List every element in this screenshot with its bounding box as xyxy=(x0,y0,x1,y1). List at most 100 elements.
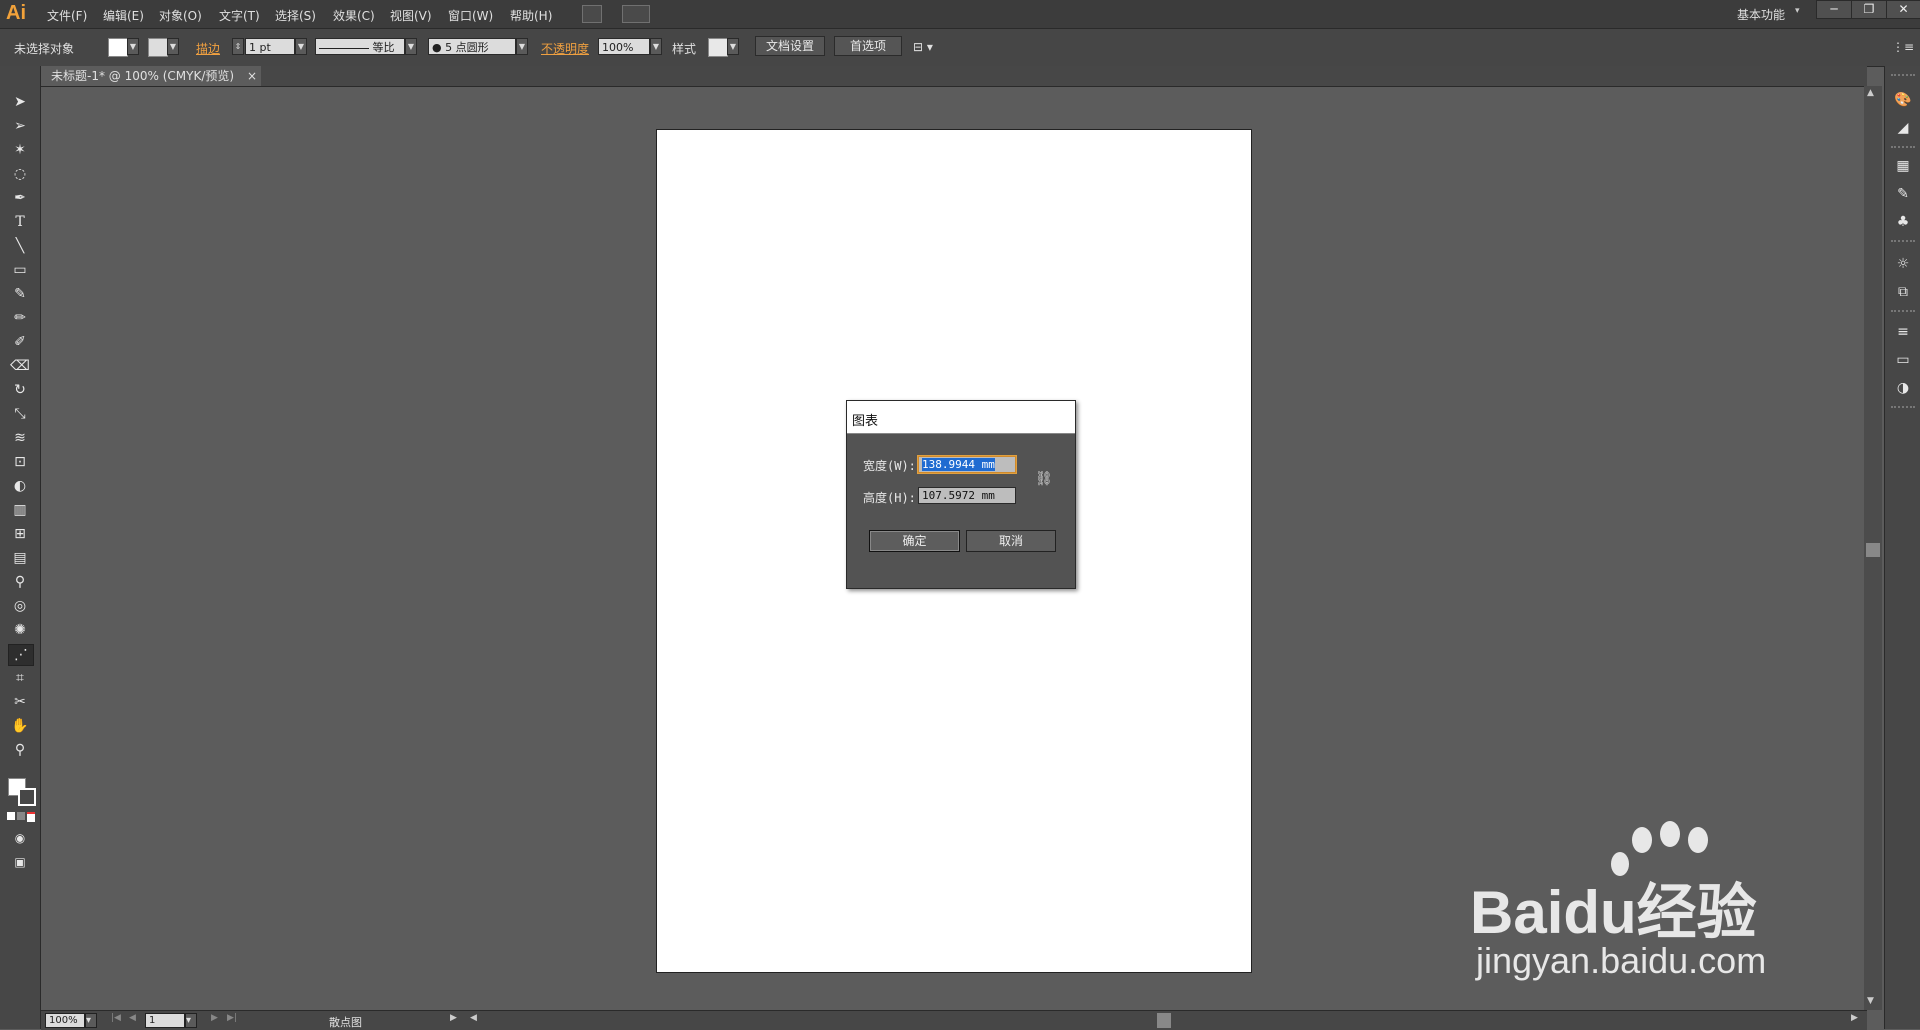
color-mode-icon[interactable] xyxy=(7,812,15,820)
fill-swatch[interactable] xyxy=(108,38,128,57)
stroke-panel-icon[interactable]: ≡ xyxy=(1893,322,1913,342)
lasso-tool-icon[interactable]: ◌ xyxy=(8,164,32,184)
artboard-tool-icon[interactable]: ⌗ xyxy=(8,668,32,688)
gradient-tool-icon[interactable]: ▤ xyxy=(8,548,32,568)
opacity-label[interactable]: 不透明度 xyxy=(541,40,589,57)
stroke-label[interactable]: 描边 xyxy=(196,40,220,57)
rectangle-tool-icon[interactable]: ▭ xyxy=(8,260,32,280)
brush-select[interactable]: ● 5 点圆形 xyxy=(428,38,516,55)
color-panel-icon[interactable]: 🎨 xyxy=(1893,90,1913,110)
eraser-tool-icon[interactable]: ⌫ xyxy=(8,356,32,376)
style-swatch[interactable] xyxy=(708,38,728,57)
align-options-icon[interactable]: ⊟ ▾ xyxy=(913,40,933,54)
shape-builder-tool-icon[interactable]: ◐ xyxy=(8,476,32,496)
stroke-color-icon[interactable] xyxy=(18,788,36,806)
menu-view[interactable]: 视图(V) xyxy=(390,7,432,24)
mesh-tool-icon[interactable]: ⊞ xyxy=(8,524,32,544)
prev-page-icon[interactable]: ◀ xyxy=(129,1013,136,1023)
first-page-icon[interactable]: |◀ xyxy=(111,1013,121,1023)
opacity-dropdown-icon[interactable]: ▼ xyxy=(650,38,662,55)
opacity-field[interactable]: 100% xyxy=(598,38,650,55)
slice-tool-icon[interactable]: ✂ xyxy=(8,692,32,712)
width-field[interactable]: 138.9944 mm xyxy=(918,456,1016,473)
ok-button[interactable]: 确定 xyxy=(869,530,960,552)
free-transform-tool-icon[interactable]: ⊡ xyxy=(8,452,32,472)
cancel-button[interactable]: 取消 xyxy=(966,530,1056,552)
next-page-icon[interactable]: ▶ xyxy=(211,1013,218,1023)
menu-object[interactable]: 对象(O) xyxy=(159,7,202,24)
brushes-panel-icon[interactable]: ✎ xyxy=(1893,184,1913,204)
document-setup-button[interactable]: 文档设置 xyxy=(755,36,825,56)
symbols-panel-icon[interactable]: ♣ xyxy=(1893,212,1913,232)
direct-selection-tool-icon[interactable]: ➢ xyxy=(8,116,32,136)
blend-tool-icon[interactable]: ◎ xyxy=(8,596,32,616)
appearance-panel-icon[interactable]: ☼ xyxy=(1893,254,1913,274)
gradient-panel-icon[interactable]: ▭ xyxy=(1893,350,1913,370)
stroke-stepper[interactable]: ⇕ xyxy=(232,38,244,55)
graphic-styles-panel-icon[interactable]: ⧉ xyxy=(1893,282,1913,302)
chevron-down-icon[interactable]: ▾ xyxy=(1795,6,1800,16)
warp-tool-icon[interactable]: ≋ xyxy=(8,428,32,448)
constrain-proportions-icon[interactable]: ⛓ xyxy=(1035,471,1053,487)
page-field[interactable]: 1 xyxy=(145,1013,185,1028)
arrange-documents-icon[interactable] xyxy=(622,5,650,23)
gradient-mode-icon[interactable] xyxy=(17,812,25,820)
brush-dropdown-icon[interactable]: ▼ xyxy=(516,38,528,55)
menu-select[interactable]: 选择(S) xyxy=(275,7,316,24)
paintbrush-tool-icon[interactable]: ✎ xyxy=(8,284,32,304)
preferences-button[interactable]: 首选项 xyxy=(834,36,902,56)
perspective-grid-tool-icon[interactable]: ▥ xyxy=(8,500,32,520)
selection-tool-icon[interactable]: ➤ xyxy=(8,92,32,112)
color-guide-icon[interactable]: ◢ xyxy=(1893,118,1913,138)
zoom-field[interactable]: 100% xyxy=(45,1013,85,1028)
menu-file[interactable]: 文件(F) xyxy=(47,7,87,24)
scroll-left-icon[interactable]: ◀ xyxy=(470,1013,477,1023)
magic-wand-tool-icon[interactable]: ✶ xyxy=(8,140,32,160)
stroke-swatch[interactable] xyxy=(148,38,168,57)
scroll-up-icon[interactable]: ▲ xyxy=(1867,88,1874,98)
zoom-dropdown-icon[interactable]: ▾ xyxy=(85,1013,97,1028)
dialog-titlebar[interactable]: 图表 xyxy=(847,401,1075,434)
pencil-tool-icon[interactable]: ✏ xyxy=(8,308,32,328)
menu-edit[interactable]: 编辑(E) xyxy=(103,7,144,24)
menu-help[interactable]: 帮助(H) xyxy=(510,7,552,24)
page-dropdown-icon[interactable]: ▾ xyxy=(185,1013,197,1028)
type-tool-icon[interactable]: T xyxy=(8,212,32,232)
fill-dropdown-icon[interactable]: ▼ xyxy=(127,38,139,55)
minimize-button[interactable]: ─ xyxy=(1816,0,1852,19)
height-field[interactable]: 107.5972 mm xyxy=(918,487,1016,504)
close-button[interactable]: ✕ xyxy=(1886,0,1920,19)
rotate-tool-icon[interactable]: ↻ xyxy=(8,380,32,400)
document-tab[interactable]: 未标题-1* @ 100% (CMYK/预览) × xyxy=(41,66,261,86)
none-mode-icon[interactable] xyxy=(27,812,35,822)
menu-window[interactable]: 窗口(W) xyxy=(448,7,493,24)
status-menu-icon[interactable]: ▶ xyxy=(450,1013,457,1023)
draw-mode-icon[interactable]: ◉ xyxy=(8,828,32,848)
restore-button[interactable]: ❐ xyxy=(1851,0,1887,19)
line-tool-icon[interactable]: ╲ xyxy=(8,236,32,256)
vertical-scroll-thumb[interactable] xyxy=(1866,543,1880,557)
panel-menu-icon[interactable]: ⋮≡ xyxy=(1892,40,1914,54)
blob-brush-tool-icon[interactable]: ✐ xyxy=(8,332,32,352)
stroke-profile-select[interactable]: 等比 xyxy=(315,38,405,55)
scale-tool-icon[interactable]: ⤡ xyxy=(8,404,32,424)
menu-effect[interactable]: 效果(C) xyxy=(333,7,375,24)
stroke-weight-dropdown-icon[interactable]: ▼ xyxy=(295,38,307,55)
pen-tool-icon[interactable]: ✒ xyxy=(8,188,32,208)
screen-mode-icon[interactable]: ▣ xyxy=(8,852,32,872)
last-page-icon[interactable]: ▶| xyxy=(227,1013,237,1023)
scroll-right-icon[interactable]: ▶ xyxy=(1851,1013,1858,1023)
eyedropper-tool-icon[interactable]: ⚲ xyxy=(8,572,32,592)
horizontal-scroll-thumb[interactable] xyxy=(1157,1013,1171,1028)
stroke-dropdown-icon[interactable]: ▼ xyxy=(167,38,179,55)
transparency-panel-icon[interactable]: ◑ xyxy=(1893,378,1913,398)
style-dropdown-icon[interactable]: ▼ xyxy=(727,38,739,55)
graph-tool-icon[interactable]: ⋰ xyxy=(8,644,34,666)
workspace-switcher[interactable]: 基本功能 xyxy=(1737,6,1785,23)
symbol-sprayer-tool-icon[interactable]: ✺ xyxy=(8,620,32,640)
tab-close-icon[interactable]: × xyxy=(247,66,257,86)
zoom-tool-icon[interactable]: ⚲ xyxy=(8,740,32,760)
swatches-panel-icon[interactable]: ▦ xyxy=(1893,156,1913,176)
menu-type[interactable]: 文字(T) xyxy=(219,7,260,24)
stroke-profile-dropdown-icon[interactable]: ▼ xyxy=(405,38,417,55)
